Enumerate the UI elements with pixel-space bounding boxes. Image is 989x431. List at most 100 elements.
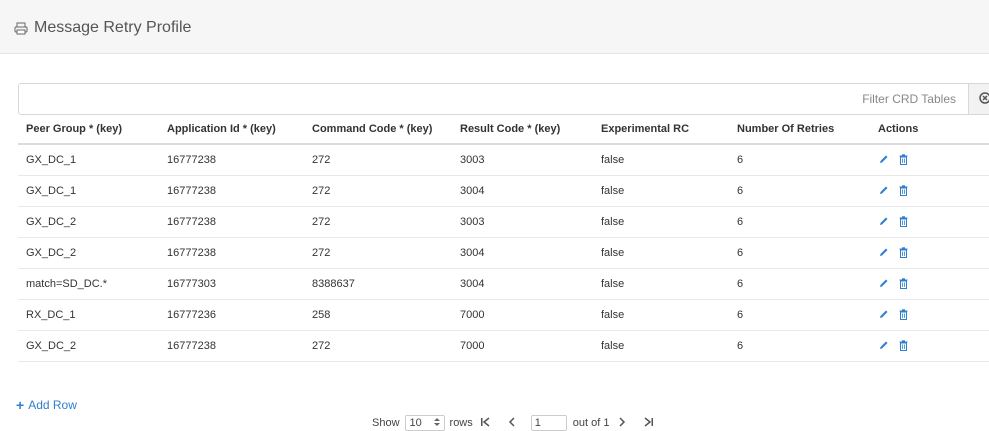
table-cell: 272	[304, 144, 452, 176]
table-cell: 6	[729, 268, 870, 300]
next-page-button[interactable]	[615, 416, 629, 430]
table-row: GX_DC_2 16777238 272 3003 false 6	[18, 206, 989, 238]
table-cell: 3004	[452, 268, 593, 300]
column-header[interactable]: Command Code * (key)	[304, 115, 452, 145]
table-cell: 3004	[452, 237, 593, 269]
row-actions	[878, 185, 989, 196]
stepper-icon	[433, 417, 440, 430]
table-cell: 8388637	[304, 268, 452, 300]
actions-cell	[870, 330, 989, 362]
table-cell: 16777238	[159, 144, 304, 176]
actions-cell	[870, 268, 989, 300]
table-cell: 3004	[452, 175, 593, 207]
table-cell: false	[593, 175, 729, 207]
crd-table: Peer Group * (key) Application Id * (key…	[18, 115, 989, 362]
actions-cell	[870, 144, 989, 176]
prev-page-button[interactable]	[505, 416, 519, 430]
table-cell: GX_DC_2	[18, 237, 159, 269]
table-cell: false	[593, 206, 729, 238]
table-cell: 16777238	[159, 206, 304, 238]
table-cell: 272	[304, 206, 452, 238]
out-of-label: out of 1	[572, 417, 610, 429]
table-cell: GX_DC_1	[18, 144, 159, 176]
table-cell: 272	[304, 330, 452, 362]
table-cell: 3003	[452, 206, 593, 238]
delete-icon[interactable]	[899, 216, 908, 227]
table-cell: 6	[729, 144, 870, 176]
table-cell: 16777236	[159, 299, 304, 331]
table-cell: 7000	[452, 330, 593, 362]
table-cell: RX_DC_1	[18, 299, 159, 331]
table-cell: 16777238	[159, 237, 304, 269]
edit-icon[interactable]	[878, 216, 889, 227]
table-cell: GX_DC_2	[18, 206, 159, 238]
table-cell: 258	[304, 299, 452, 331]
row-actions	[878, 340, 989, 351]
last-page-button[interactable]	[641, 416, 655, 430]
row-actions	[878, 309, 989, 320]
next-page-icon	[619, 416, 626, 430]
edit-icon[interactable]	[878, 154, 889, 165]
delete-icon[interactable]	[899, 309, 908, 320]
table-cell: 272	[304, 237, 452, 269]
table-cell: 6	[729, 175, 870, 207]
column-header[interactable]: Result Code * (key)	[452, 115, 593, 145]
column-header[interactable]: Peer Group * (key)	[18, 115, 159, 145]
delete-icon[interactable]	[899, 185, 908, 196]
edit-icon[interactable]	[878, 185, 889, 196]
add-row-label: Add Row	[28, 398, 77, 412]
printer-icon	[14, 22, 28, 35]
first-page-button[interactable]	[479, 416, 493, 430]
table-cell: GX_DC_2	[18, 330, 159, 362]
delete-icon[interactable]	[899, 278, 908, 289]
actions-cell	[870, 206, 989, 238]
table-cell: 16777238	[159, 330, 304, 362]
edit-icon[interactable]	[878, 340, 889, 351]
table-cell: false	[593, 237, 729, 269]
first-page-icon	[481, 416, 490, 430]
table-header-row: Peer Group * (key) Application Id * (key…	[18, 115, 989, 145]
table-cell: 272	[304, 175, 452, 207]
edit-icon[interactable]	[878, 278, 889, 289]
table-cell: false	[593, 330, 729, 362]
page-number-input[interactable]	[530, 415, 567, 431]
row-actions	[878, 154, 989, 166]
clear-filter-icon	[979, 91, 989, 107]
edit-icon[interactable]	[878, 247, 889, 258]
table-cell: 16777238	[159, 175, 304, 207]
delete-icon[interactable]	[899, 154, 908, 166]
table-cell: 6	[729, 206, 870, 238]
delete-icon[interactable]	[899, 340, 908, 351]
actions-cell	[870, 299, 989, 331]
table-cell: 3003	[452, 144, 593, 176]
table-cell: 16777303	[159, 268, 304, 300]
actions-cell	[870, 175, 989, 207]
page-size-value: 10	[409, 417, 422, 429]
column-header[interactable]: Number Of Retries	[729, 115, 870, 145]
table-cell: 6	[729, 237, 870, 269]
filter-input[interactable]	[19, 84, 968, 114]
add-row-button[interactable]: + Add Row	[16, 398, 77, 412]
table-cell: 6	[729, 330, 870, 362]
filter-bar	[18, 83, 989, 115]
column-header[interactable]: Application Id * (key)	[159, 115, 304, 145]
column-header[interactable]: Experimental RC	[593, 115, 729, 145]
page-header: Message Retry Profile	[0, 0, 989, 54]
delete-icon[interactable]	[899, 247, 908, 258]
column-header: Actions	[870, 115, 989, 145]
row-actions	[878, 216, 989, 227]
page-size-select[interactable]: 10	[404, 415, 445, 431]
table-cell: 7000	[452, 299, 593, 331]
table-cell: match=SD_DC.*	[18, 268, 159, 300]
table-cell: false	[593, 299, 729, 331]
table-row: match=SD_DC.* 16777303 8388637 3004 false 6	[18, 268, 989, 300]
clear-filter-button[interactable]	[968, 84, 989, 114]
edit-icon[interactable]	[878, 309, 889, 320]
row-actions	[878, 278, 989, 289]
table-row: GX_DC_1 16777238 272 3003 false 6	[18, 144, 989, 176]
page-title: Message Retry Profile	[14, 19, 191, 37]
table-cell: false	[593, 144, 729, 176]
prev-page-icon	[508, 416, 515, 430]
table-cell: GX_DC_1	[18, 175, 159, 207]
actions-cell	[870, 237, 989, 269]
